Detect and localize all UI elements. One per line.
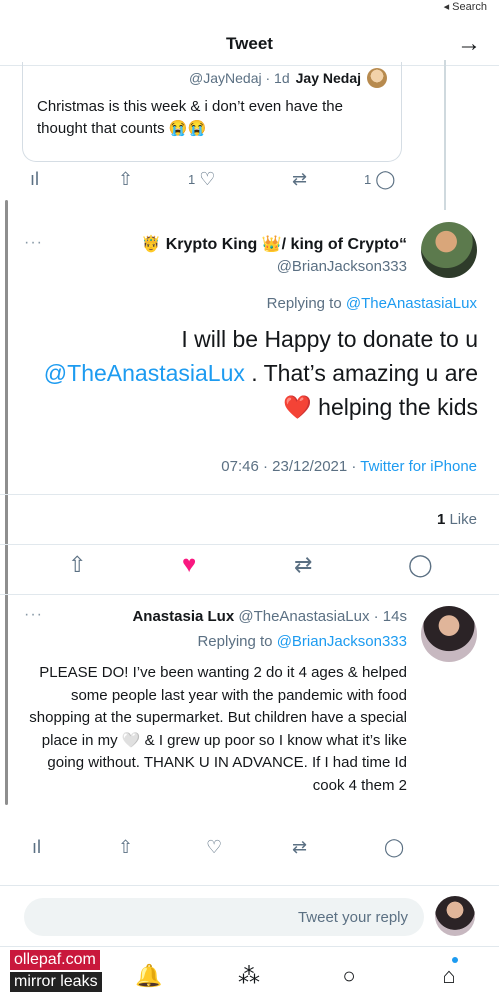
heart-icon: ♡: [199, 169, 216, 189]
reply-author-handle[interactable]: @TheAnastasiaLux · 14s: [238, 608, 407, 625]
reply-replying-prefix: Replying to: [197, 633, 277, 650]
retweet-button[interactable]: ⇄: [294, 552, 313, 577]
retweet-button[interactable]: ⇄: [292, 170, 307, 188]
quoted-tweet-card[interactable]: Jay Nedaj @JayNedaj · 1d Christmas is th…: [22, 62, 402, 162]
main-author-handle[interactable]: @BrianJackson333: [277, 258, 407, 275]
analytics-icon: ıl: [30, 169, 39, 189]
heart-icon: ♡: [206, 837, 223, 857]
quoted-actions-row: ıl ⇧ 1 ♡ ⇄ 1 ◯: [0, 170, 499, 200]
share-icon: ⇧: [118, 837, 134, 857]
reply-count: 1: [364, 171, 372, 187]
page-title: Tweet: [226, 34, 273, 53]
quoted-author-handle: @JayNedaj · 1d: [189, 70, 290, 86]
comment-icon: ◯: [408, 552, 433, 577]
comment-icon: ◯: [375, 169, 396, 189]
share-button[interactable]: ⇧: [118, 838, 133, 856]
reply-replying-handle-link[interactable]: @BrianJackson333: [277, 633, 407, 650]
replying-prefix: Replying to: [266, 295, 346, 312]
reply-more-options-icon[interactable]: ···: [24, 606, 43, 624]
back-arrow-icon[interactable]: →: [457, 30, 481, 58]
main-actions-row: ⇧ ♥ ⇄ ◯: [0, 551, 499, 586]
like-button[interactable]: ♡: [206, 838, 222, 856]
retweet-icon: ⇄: [292, 169, 308, 189]
tab-spaces[interactable]: ⁂: [234, 961, 264, 991]
reply-button[interactable]: ◯: [408, 552, 433, 577]
likes-label: Like: [449, 511, 477, 528]
quoted-tweet-text: Christmas is this week & i don’t even ha…: [37, 98, 343, 137]
mention-link[interactable]: @TheAnastasiaLux: [44, 360, 245, 386]
tab-search[interactable]: ○: [334, 961, 364, 991]
reply-header: Anastasia Lux @TheAnastasiaLux · 14s: [132, 608, 407, 625]
watermark-line1: ollepaf.com: [10, 950, 100, 970]
new-content-dot: [452, 957, 458, 963]
like-button[interactable]: 1 ♡: [188, 170, 215, 188]
reply-avatar[interactable]: [421, 606, 477, 662]
main-replying-to: Replying to @TheAnastasiaLux: [267, 295, 477, 312]
tweet-time: 07:46 · 23/12/2021 ·: [221, 458, 361, 475]
analytics-icon: ıl: [32, 837, 41, 857]
analytics-button[interactable]: ıl: [30, 170, 39, 188]
reply-button[interactable]: 1 ◯: [364, 170, 395, 188]
home-icon: ⌂: [442, 963, 456, 988]
reply-input[interactable]: [24, 898, 424, 936]
comment-icon: ◯: [384, 837, 405, 857]
retweet-icon: ⇄: [294, 552, 313, 577]
reply-author-name[interactable]: Anastasia Lux: [132, 608, 234, 625]
share-button[interactable]: ⇧: [118, 170, 133, 188]
tab-home[interactable]: ⌂: [434, 957, 464, 991]
retweet-icon: ⇄: [292, 837, 308, 857]
heart-filled-icon: ♥: [182, 551, 197, 578]
quoted-author-name: Jay Nedaj: [295, 70, 361, 86]
bell-icon: 🔔: [135, 963, 163, 988]
status-bar: ◂ Search: [444, 0, 487, 14]
more-options-icon[interactable]: ···: [24, 234, 43, 252]
reply-tweet-text: PLEASE DO! I’ve been wanting 2 do it 4 a…: [29, 664, 407, 794]
main-text-part2: . That’s amazing u are helping the kids …: [244, 360, 478, 420]
analytics-button[interactable]: ıl: [32, 838, 41, 856]
main-text-part1: I will be Happy to donate to u: [181, 326, 478, 352]
search-icon: ○: [342, 963, 356, 988]
tweet-client-link[interactable]: Twitter for iPhone: [360, 458, 477, 475]
share-button[interactable]: ⇧: [68, 552, 87, 577]
reply-actions-row: ıl ⇧ ♡ ⇄ ◯: [0, 838, 499, 868]
avatar[interactable]: [421, 222, 477, 278]
back-to-search-link[interactable]: ◂ Search: [444, 1, 487, 13]
retweet-button[interactable]: ⇄: [292, 838, 307, 856]
tweet-timestamp: 07:46 · 23/12/2021 · Twitter for iPhone: [221, 458, 477, 475]
divider: [0, 494, 499, 495]
divider: [0, 594, 499, 595]
likes-count: 1: [436, 511, 446, 528]
quoted-tweet-header: Jay Nedaj @JayNedaj · 1d: [37, 68, 387, 88]
quoted-avatar: [367, 68, 387, 88]
likes-summary[interactable]: 1 Like: [437, 511, 477, 528]
reply-replying-to: Replying to @BrianJackson333: [197, 633, 407, 650]
watermark-line2: mirror leaks: [10, 972, 102, 992]
divider: [0, 544, 499, 545]
tab-notifications[interactable]: 🔔: [134, 961, 164, 991]
spaces-icon: ⁂: [238, 963, 260, 988]
scrollbar[interactable]: [5, 200, 8, 805]
replying-handle-link[interactable]: @TheAnastasiaLux: [346, 295, 477, 312]
main-tweet-header: “Krypto King 👑/ king of Crypto 🤴 @BrianJ…: [0, 218, 499, 288]
share-icon: ⇧: [68, 552, 87, 577]
top-header: Tweet →: [0, 22, 499, 66]
main-tweet-text: I will be Happy to donate to u @TheAnast…: [22, 322, 478, 424]
like-count: 1: [188, 171, 196, 187]
main-author-name[interactable]: “Krypto King 👑/ king of Crypto 🤴: [141, 234, 407, 254]
share-icon: ⇧: [118, 169, 134, 189]
reply-composer: [0, 885, 499, 945]
like-button[interactable]: ♥: [182, 551, 197, 578]
my-avatar[interactable]: [435, 896, 475, 936]
reply-button[interactable]: ◯: [384, 838, 404, 856]
